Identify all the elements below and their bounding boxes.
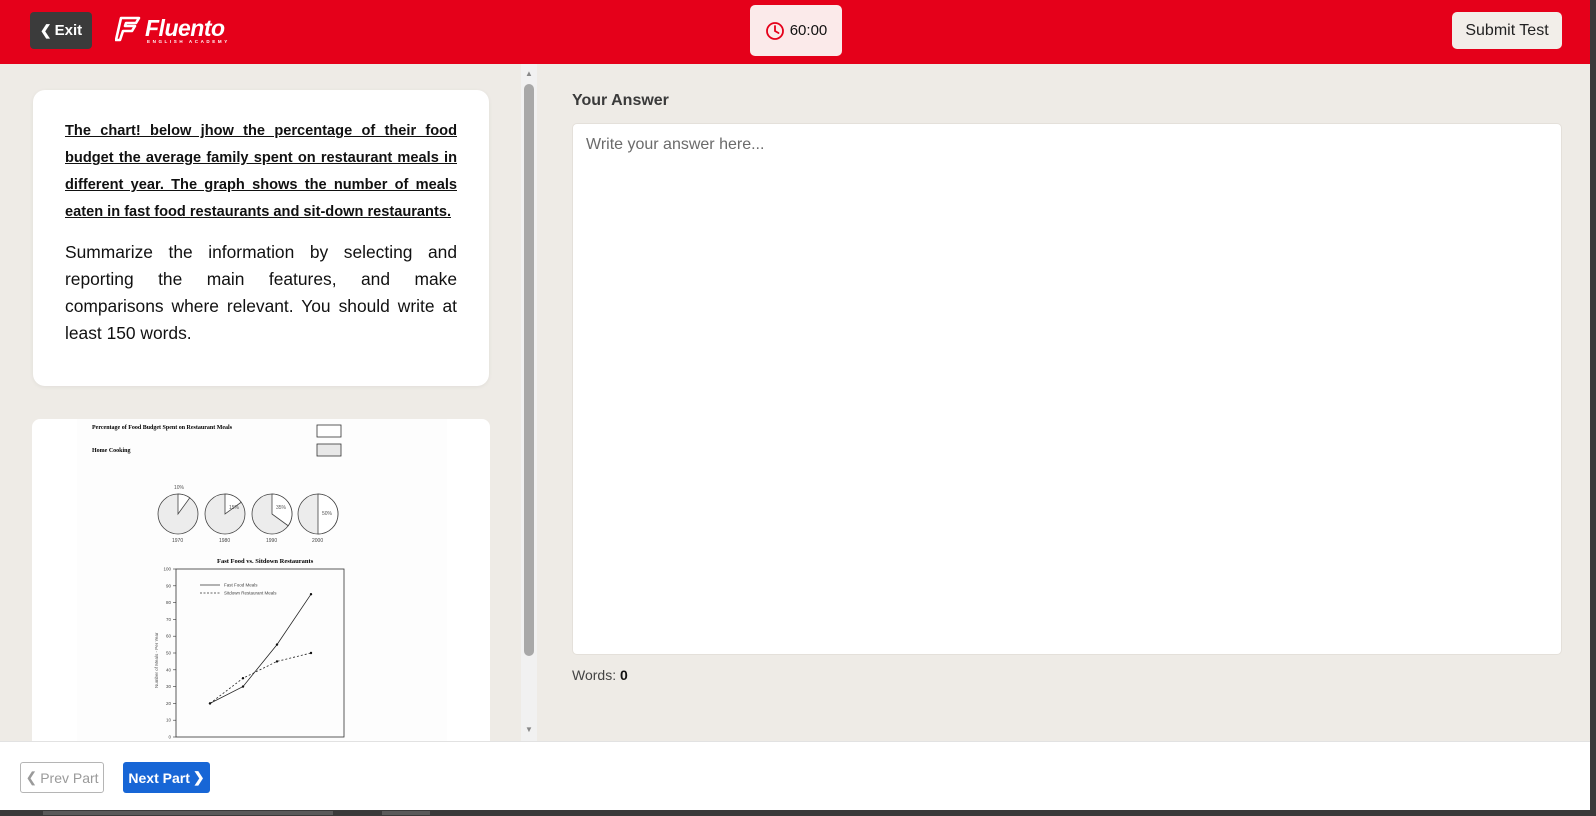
y-tick-label: 10 xyxy=(166,718,172,723)
word-count: Words: 0 xyxy=(572,667,628,683)
y-tick-label: 20 xyxy=(166,701,172,706)
pie-label-2000: 50% xyxy=(322,511,333,517)
y-tick-label: 30 xyxy=(166,684,172,689)
data-point xyxy=(208,702,212,705)
logo-name: Fluento xyxy=(145,15,225,41)
scrollbar-thumb[interactable] xyxy=(524,84,534,656)
answer-label: Your Answer xyxy=(572,92,669,109)
fluento-logo-icon xyxy=(115,16,141,42)
chevron-left-icon: ❮ xyxy=(25,769,38,785)
pie-year-1980: 1980 xyxy=(219,538,230,544)
window-edge xyxy=(1590,0,1596,816)
logo-tagline: ENGLISH ACADEMY xyxy=(147,39,230,44)
taskbar-strip xyxy=(0,810,1596,816)
logo: Fluento ENGLISH ACADEMY xyxy=(115,15,227,47)
next-part-label: Next Part xyxy=(128,769,190,786)
pie-label-1980: 15% xyxy=(229,505,240,511)
y-tick-label: 90 xyxy=(166,583,172,588)
pie-year-1970: 1970 xyxy=(172,538,183,544)
pie-year-2000: 2000 xyxy=(312,538,323,544)
pie-label-1990: 35% xyxy=(276,505,287,511)
y-tick-label: 80 xyxy=(166,600,172,605)
clock-icon xyxy=(765,21,784,40)
prev-part-label: Prev Part xyxy=(40,769,99,786)
exit-button[interactable]: ❮ Exit xyxy=(30,12,92,49)
exit-label: Exit xyxy=(54,22,83,39)
pie-label-1970: 10% xyxy=(174,485,185,491)
legend-home-box xyxy=(316,443,342,457)
prompt-intro: The chart! below jhow the percentage of … xyxy=(65,123,457,220)
scroll-up-arrow-icon[interactable]: ▲ xyxy=(521,66,537,80)
pie-chart-title: Percentage of Food Budget Spent on Resta… xyxy=(92,425,233,431)
data-point xyxy=(241,677,245,680)
legend-label-1: Sitdown Restaurant Meals xyxy=(224,591,277,596)
data-point xyxy=(241,685,245,688)
left-pane-scrollbar[interactable]: ▲ ▼ xyxy=(521,64,537,741)
question-pane[interactable]: The chart! below jhow the percentage of … xyxy=(0,64,521,741)
task-figure: Percentage of Food Budget Spent on Resta… xyxy=(32,419,490,741)
timer: 60:00 xyxy=(750,5,842,56)
line-chart-title: Fast Food vs. Sitdown Restaurants xyxy=(217,558,314,565)
timer-value: 60:00 xyxy=(789,22,828,39)
footer-bar: ❮ Prev Part Next Part ❯ xyxy=(0,741,1596,810)
submit-test-button[interactable]: Submit Test xyxy=(1452,12,1562,49)
chevron-right-icon: ❯ xyxy=(192,769,205,785)
legend-restaurant-box xyxy=(316,424,342,438)
word-count-label: Words: xyxy=(572,667,617,683)
answer-textarea[interactable] xyxy=(572,123,1562,655)
data-point xyxy=(275,643,279,646)
data-point xyxy=(275,660,279,663)
chevron-left-icon: ❮ xyxy=(39,22,52,38)
y-tick-label: 50 xyxy=(166,651,172,656)
y-tick-label: 40 xyxy=(166,667,172,672)
y-tick-label: 70 xyxy=(166,617,172,622)
y-tick-label: 60 xyxy=(166,634,172,639)
prompt-instruction: Summarize the information by selecting a… xyxy=(65,242,457,343)
prompt-card: The chart! below jhow the percentage of … xyxy=(33,90,489,386)
data-point xyxy=(309,651,313,655)
top-bar: ❮ Exit Fluento ENGLISH ACADEMY 60:00 Sub… xyxy=(0,0,1596,64)
prev-part-button[interactable]: ❮ Prev Part xyxy=(20,762,104,793)
legend-label-0: Fast Food Meals xyxy=(224,583,258,588)
scroll-down-arrow-icon[interactable]: ▼ xyxy=(521,722,537,736)
next-part-button[interactable]: Next Part ❯ xyxy=(123,762,210,793)
y-tick-label: 100 xyxy=(163,567,171,572)
word-count-value: 0 xyxy=(619,667,628,683)
y-axis-label: Number of Meals - Per Year xyxy=(154,632,159,688)
pie-year-1990: 1990 xyxy=(266,538,277,544)
figure-image: Percentage of Food Budget Spent on Resta… xyxy=(77,419,447,741)
data-point xyxy=(309,593,313,596)
legend-home-cooking: Home Cooking xyxy=(92,448,131,454)
